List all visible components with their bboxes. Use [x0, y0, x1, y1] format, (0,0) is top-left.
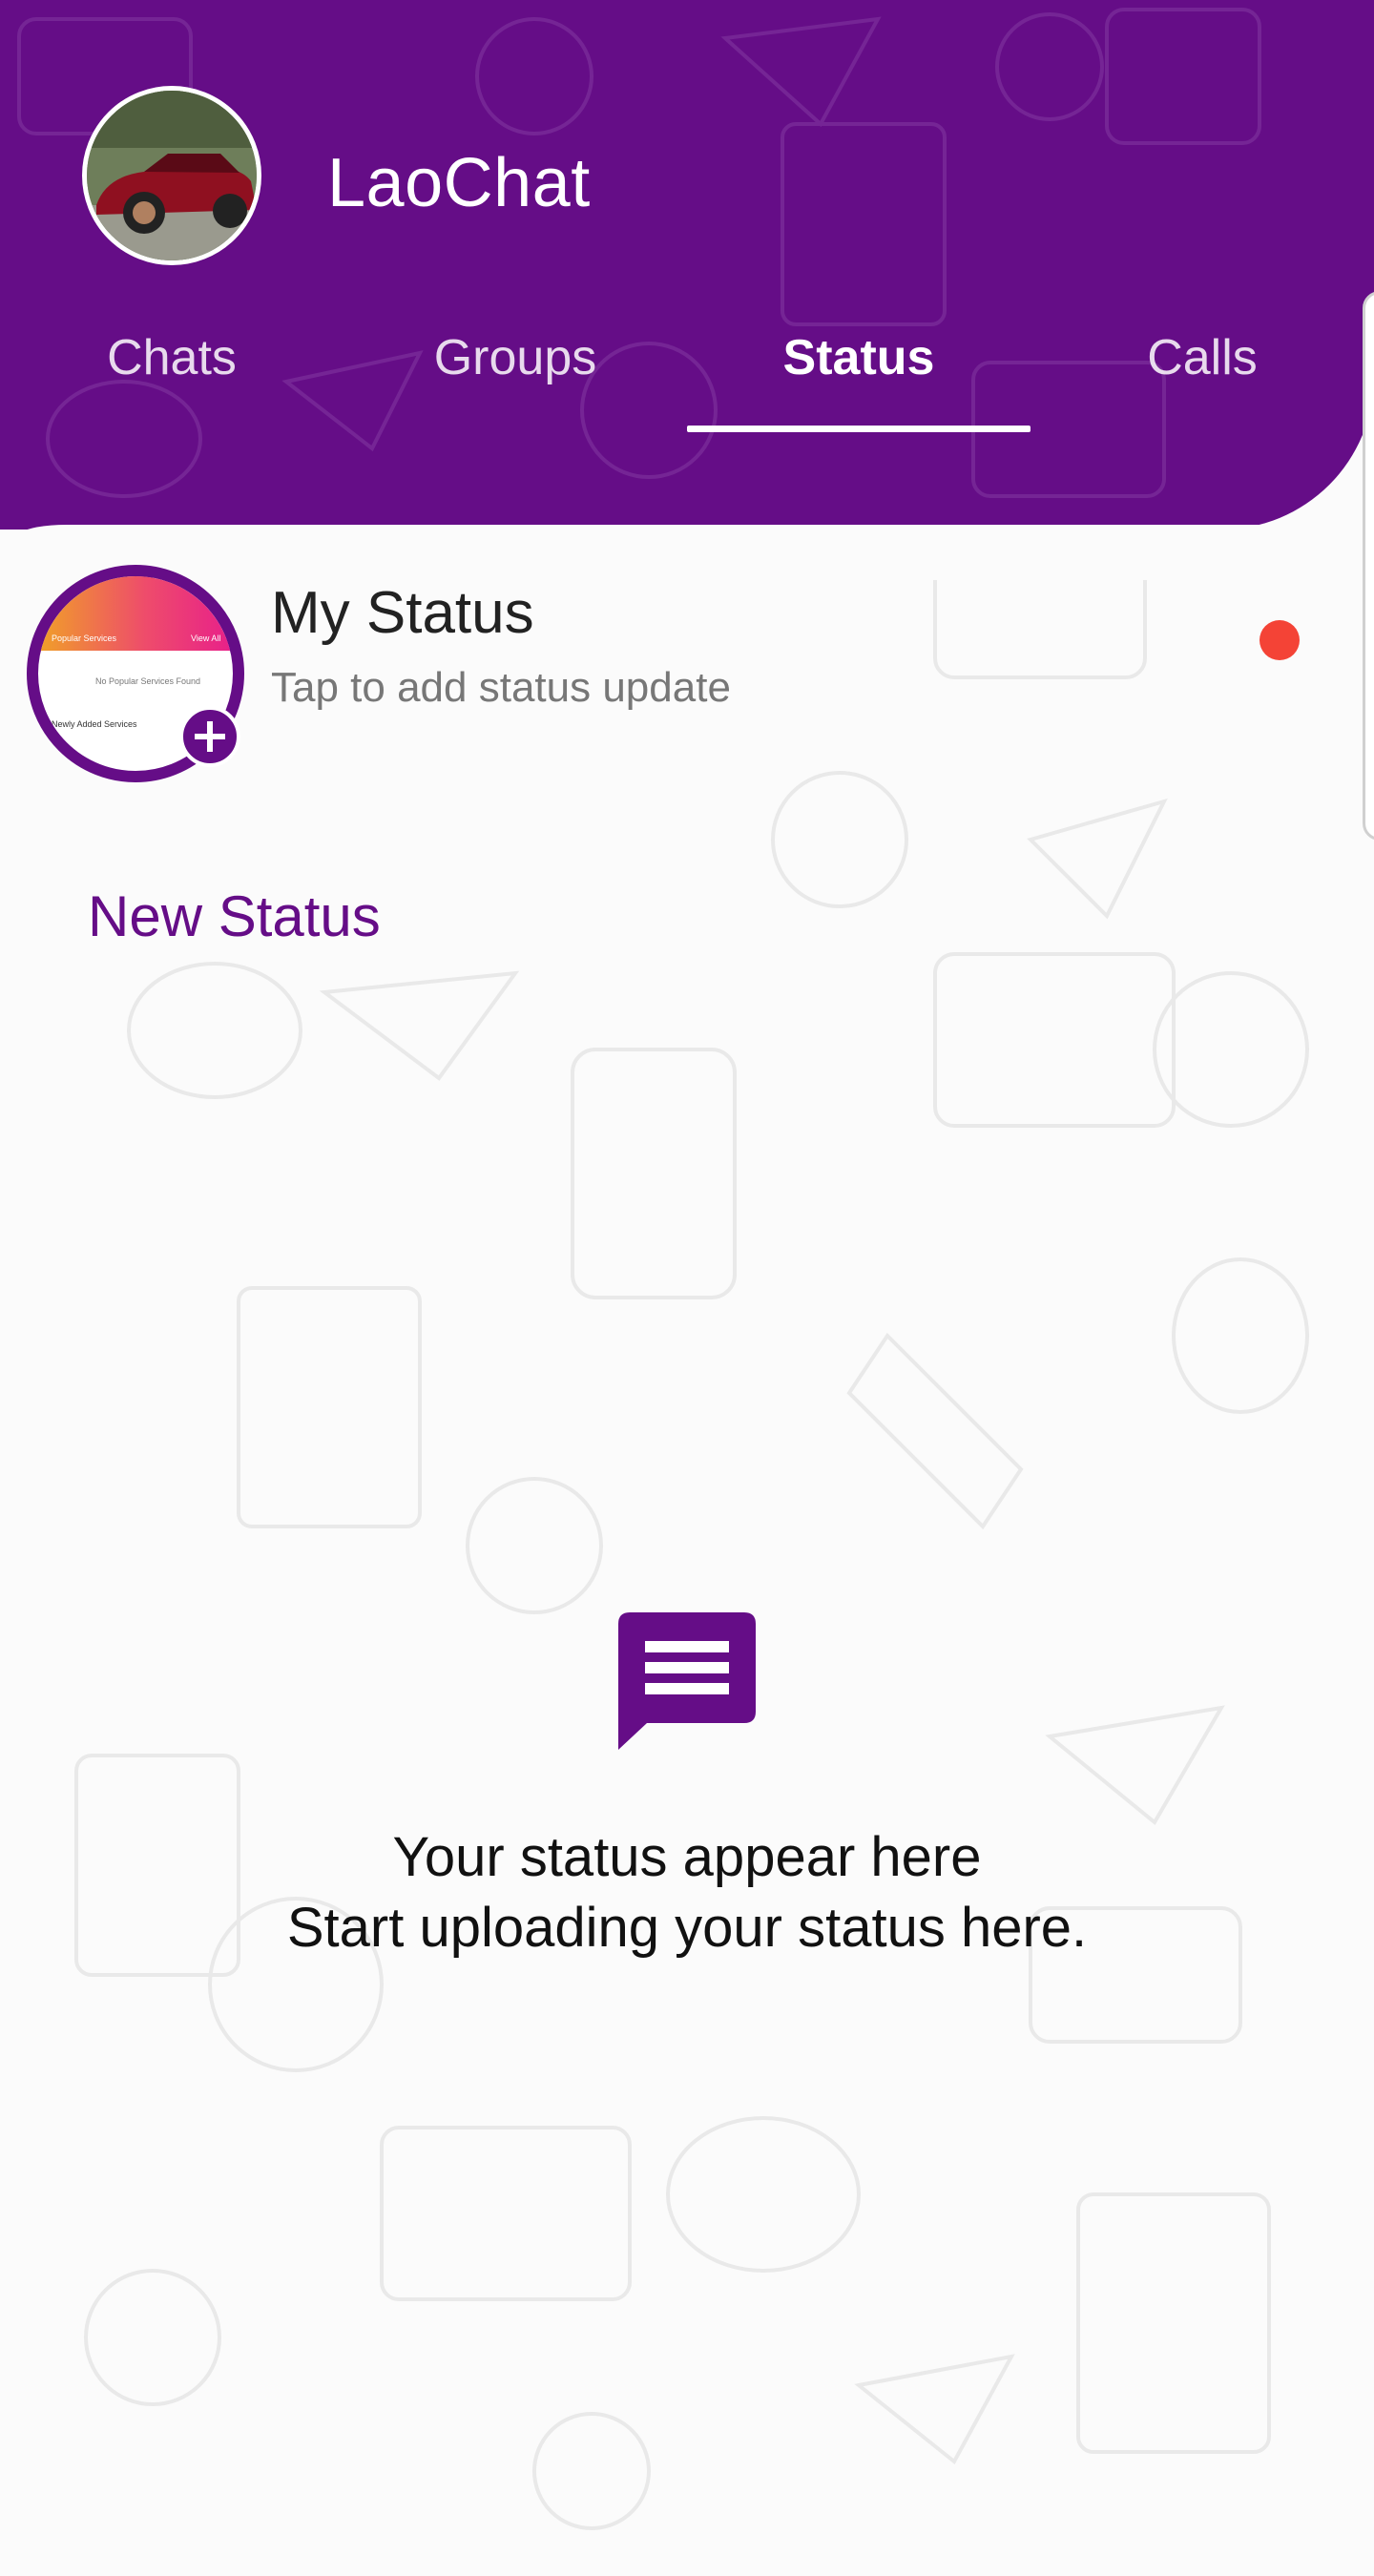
add-status-button[interactable] [179, 706, 240, 767]
status-indicator-dot [1260, 620, 1300, 660]
empty-state-line-2: Start uploading your status here. [286, 1897, 1088, 1959]
thumbnail-text: View All [191, 634, 221, 643]
app-title: LaoChat [327, 145, 591, 221]
tab-calls[interactable]: Calls [1030, 324, 1374, 391]
empty-state-message: Your status appear here Start uploading … [0, 1822, 1374, 1963]
empty-state-line-1: Your status appear here [392, 1826, 982, 1888]
my-status-title[interactable]: My Status [271, 579, 534, 648]
tab-status[interactable]: Status [687, 324, 1030, 391]
message-square-icon [618, 1612, 756, 1750]
thumbnail-text: No Popular Services Found [95, 676, 201, 686]
content-top-curve [0, 525, 1374, 580]
edge-panel-handle[interactable] [1363, 291, 1374, 841]
new-status-label: New Status [88, 884, 381, 948]
header-doodle-pattern [17, 8, 1261, 498]
thumbnail-text: Popular Services [52, 634, 117, 643]
app-header: LaoChat Chats Groups Status Calls [0, 0, 1374, 530]
avatar-image [87, 91, 257, 260]
plus-icon [195, 721, 225, 752]
tab-groups[interactable]: Groups [344, 324, 687, 391]
profile-avatar[interactable] [82, 86, 261, 265]
my-status-subtitle[interactable]: Tap to add status update [271, 661, 731, 715]
active-tab-indicator [687, 426, 1030, 432]
tab-chats[interactable]: Chats [0, 324, 344, 391]
thumbnail-text: Newly Added Services [52, 719, 137, 729]
